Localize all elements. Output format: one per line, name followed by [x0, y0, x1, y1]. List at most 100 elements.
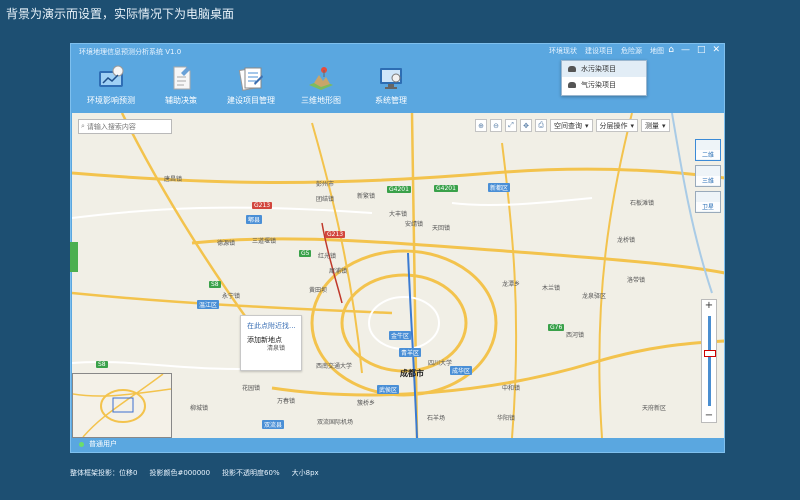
- place-label: 红光镇: [318, 253, 337, 260]
- place-label: 天回镇: [432, 225, 451, 232]
- toolbar-3d-terrain[interactable]: 三维地形图: [286, 60, 356, 108]
- user-role: 普通用户: [89, 440, 117, 448]
- measure-label: 测量: [645, 121, 660, 130]
- cloud-icon: [568, 82, 576, 88]
- place-label: 华阳镇: [497, 415, 516, 422]
- place-label: 三道堰镇: [252, 238, 277, 245]
- place-label: 西河镇: [566, 332, 585, 339]
- top-link-map[interactable]: 地图: [650, 46, 664, 56]
- zoom-out-icon[interactable]: ⊖: [490, 119, 502, 132]
- layer-ops-select[interactable]: 分层操作 ▾: [595, 119, 639, 132]
- highway-badge: G4201: [434, 185, 458, 192]
- place-label: 清泉镇: [267, 345, 286, 352]
- place-label: 龙潭乡: [502, 281, 521, 288]
- zoom-minus-button[interactable]: −: [702, 410, 716, 422]
- place-label: 石板滩镇: [630, 200, 655, 207]
- map-overview[interactable]: [72, 373, 172, 438]
- map-type-label: 二维: [696, 150, 720, 159]
- top-link-hazards[interactable]: 危险源: [621, 46, 642, 56]
- zoom-in-icon[interactable]: ⊕: [475, 119, 487, 132]
- popup-find-nearby[interactable]: 在此点附近找...: [241, 316, 301, 331]
- dropdown-item-air-pollution[interactable]: 气污染项目: [562, 77, 646, 93]
- map-type-satellite[interactable]: 卫星: [695, 191, 721, 213]
- spatial-query-select[interactable]: 空间查询 ▾: [550, 119, 593, 132]
- close-button[interactable]: ✕: [712, 45, 720, 55]
- place-label: 簇桥乡: [357, 400, 376, 407]
- measure-select[interactable]: 测量 ▾: [641, 119, 670, 132]
- place-label: 木兰镇: [542, 285, 561, 292]
- dropdown-item-water-pollution[interactable]: 水污染项目: [562, 61, 646, 77]
- district-label: 郫县: [246, 215, 263, 224]
- decision-icon: [173, 66, 191, 90]
- chevron-down-icon: ▾: [662, 121, 666, 130]
- place-label: 石羊场: [427, 415, 446, 422]
- zoom-slider[interactable]: + −: [701, 299, 717, 423]
- cloud-icon: [568, 66, 576, 72]
- toolbar-label: 系统管理: [375, 96, 407, 105]
- toolbar-system-mgmt[interactable]: 系统管理: [356, 60, 426, 108]
- top-link-env-status[interactable]: 环境现状: [549, 46, 577, 56]
- pan-icon[interactable]: ✥: [520, 119, 532, 132]
- highway-badge: G213: [252, 202, 273, 209]
- district-label: 武侯区: [377, 385, 400, 394]
- title-bar: 环境地理信息预测分析系统 V1.0 环境现状 建设项目 危险源 地图 ⌂ — □…: [71, 44, 724, 60]
- place-label: 柳城镇: [190, 405, 209, 412]
- system-icon: [380, 68, 402, 89]
- maximize-button[interactable]: □: [697, 45, 706, 55]
- toolbar-label: 三维地形图: [301, 96, 341, 105]
- place-label: 唐昌镇: [164, 176, 183, 183]
- toolbar-label: 辅助决策: [165, 96, 197, 105]
- spatial-query-label: 空间查询: [554, 121, 582, 130]
- district-label: 新都区: [488, 183, 511, 192]
- place-label: 西南交通大学: [316, 363, 353, 370]
- district-label: 成华区: [450, 366, 473, 375]
- map-type-2d[interactable]: 二维: [695, 139, 721, 161]
- map-search[interactable]: ⌕: [78, 119, 172, 134]
- place-label: 安靖镇: [405, 221, 424, 228]
- toolbar-project-mgmt[interactable]: 建设项目管理: [216, 60, 286, 108]
- highway-badge: G213: [325, 231, 346, 238]
- chevron-down-icon: ▾: [630, 121, 635, 130]
- bottom-info: 整体框架投影：位移0 投影颜色#000000 投影不透明度60% 大小8px: [70, 468, 319, 478]
- toolbar-decision[interactable]: 辅助决策: [146, 60, 216, 108]
- toolbar-env-prediction[interactable]: 环境影响预测: [76, 60, 146, 108]
- projects-dropdown: 水污染项目 气污染项目: [561, 60, 647, 96]
- top-link-projects[interactable]: 建设项目: [585, 46, 613, 56]
- prediction-icon: [99, 65, 124, 87]
- map-type-3d[interactable]: 三维: [695, 165, 721, 187]
- place-label: 四川大学: [428, 360, 453, 367]
- zoom-track[interactable]: [708, 316, 711, 406]
- info-size: 大小8px: [291, 469, 319, 477]
- chevron-down-icon: ▾: [585, 121, 589, 130]
- highway-badge: G5: [299, 250, 312, 257]
- map-view[interactable]: ⌕ ⊕ ⊖ ⤢ ✥ ⎙ 空间查询▾ 分层操作▾ 测量▾ 二维 三维 卫星 + −: [72, 113, 724, 438]
- place-label: 中和镇: [502, 385, 521, 392]
- info-color: 投影颜色#000000: [149, 469, 211, 477]
- highway-badge: S8: [96, 361, 108, 368]
- zoom-handle[interactable]: [704, 350, 716, 357]
- fullscreen-icon[interactable]: ⤢: [505, 119, 517, 132]
- map-type-label: 三维: [696, 176, 720, 185]
- window-controls: ⌂ — □ ✕: [668, 45, 720, 55]
- district-label: 青羊区: [399, 348, 422, 357]
- place-label: 黄田坝: [309, 287, 328, 294]
- highway-badge: S8: [209, 281, 221, 288]
- online-status-icon: [79, 441, 84, 447]
- map-toolbar: ⊕ ⊖ ⤢ ✥ ⎙ 空间查询 ▾ 分层操作 ▾ 测量 ▾: [475, 119, 670, 132]
- dropdown-item-label: 水污染项目: [581, 65, 616, 73]
- info-opacity: 投影不透明度60%: [222, 469, 280, 477]
- side-panel-handle[interactable]: [70, 242, 78, 272]
- project-icon: [238, 67, 263, 91]
- layer-ops-label: 分层操作: [599, 121, 628, 130]
- search-input[interactable]: [84, 122, 164, 131]
- place-label: 永宁镇: [222, 293, 241, 300]
- city-label: 成都市: [400, 369, 424, 378]
- place-label: 洛带镇: [627, 277, 646, 284]
- zoom-plus-button[interactable]: +: [702, 300, 716, 312]
- highway-badge: G4201: [387, 186, 411, 193]
- minimize-button[interactable]: —: [681, 45, 690, 55]
- app-window: 环境地理信息预测分析系统 V1.0 环境现状 建设项目 危险源 地图 ⌂ — □…: [70, 43, 725, 453]
- print-icon[interactable]: ⎙: [535, 119, 547, 132]
- home-icon[interactable]: ⌂: [668, 45, 674, 55]
- overview-map: [72, 373, 172, 438]
